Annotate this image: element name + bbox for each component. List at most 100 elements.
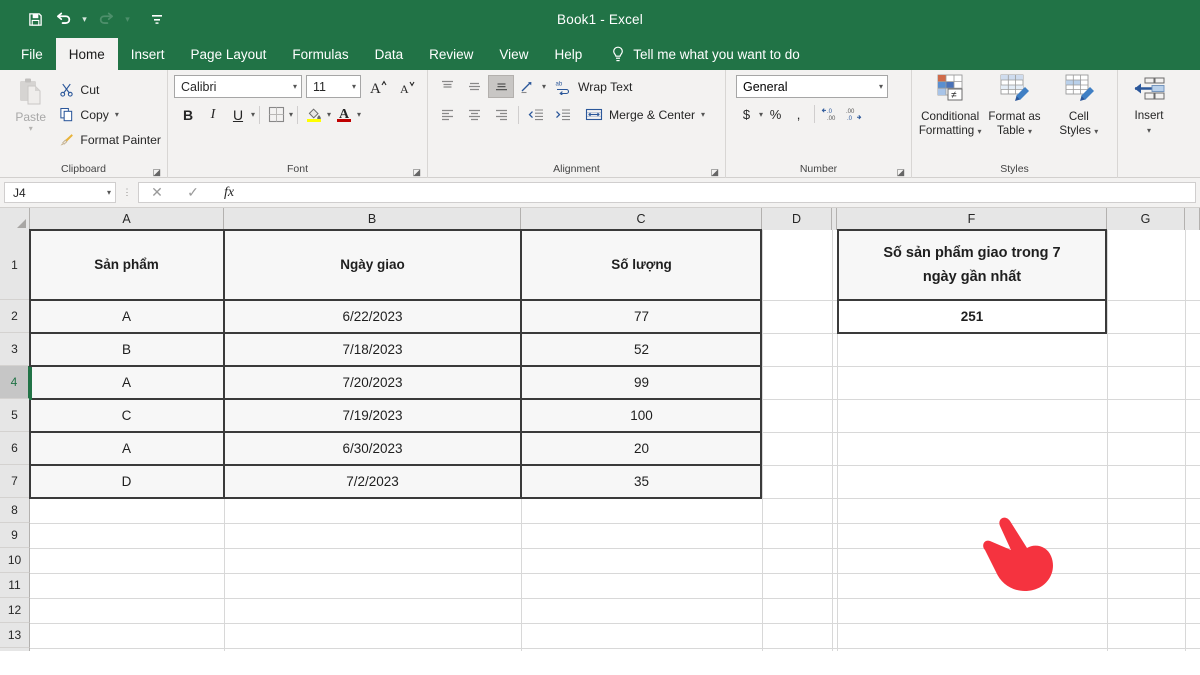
underline-button[interactable]: U	[226, 103, 250, 126]
row-header-10[interactable]: 10	[0, 548, 30, 573]
paste-dropdown-icon[interactable]: ▾	[29, 124, 33, 133]
name-box[interactable]: J4 ▾	[4, 182, 116, 203]
align-middle-button[interactable]	[461, 75, 487, 98]
cell-A7[interactable]: D	[30, 466, 223, 497]
row-header-1[interactable]: 1	[0, 230, 30, 300]
format-as-table-dropdown-icon[interactable]: ▾	[1028, 127, 1032, 136]
orientation-button[interactable]	[515, 75, 541, 98]
cell-A4[interactable]: A	[30, 367, 223, 398]
cell-B7[interactable]: 7/2/2023	[225, 466, 520, 497]
cell-A6[interactable]: A	[30, 433, 223, 464]
font-size-input[interactable]: 11 ▾	[306, 75, 361, 98]
row-header-6[interactable]: 6	[0, 432, 30, 465]
row-header-13[interactable]: 13	[0, 623, 30, 648]
clipboard-dialog-launcher-icon[interactable]: ◪	[152, 168, 161, 177]
cell-B5[interactable]: 7/19/2023	[225, 400, 520, 431]
column-header-A[interactable]: A	[30, 208, 224, 230]
row-header-7[interactable]: 7	[0, 465, 30, 498]
column-header-G[interactable]: G	[1107, 208, 1185, 230]
cell-C6[interactable]: 20	[522, 433, 761, 464]
column-header-B[interactable]: B	[224, 208, 521, 230]
cell-C2[interactable]: 77	[522, 301, 761, 332]
cell-B1[interactable]: Ngày giao	[225, 230, 520, 299]
currency-dropdown-icon[interactable]: ▾	[759, 110, 763, 119]
conditional-formatting-button[interactable]: ≠ Conditional Formatting ▾	[918, 73, 982, 138]
cell-B6[interactable]: 6/30/2023	[225, 433, 520, 464]
cell-C1[interactable]: Số lượng	[522, 230, 761, 299]
cell-F1[interactable]: Số sản phẩm giao trong 7 ngày gần nhất	[838, 230, 1106, 299]
align-right-button[interactable]	[488, 103, 514, 126]
number-format-select[interactable]: General ▾	[736, 75, 888, 98]
merge-center-button[interactable]: Merge & Center ▾	[577, 103, 705, 126]
select-all-corner[interactable]	[0, 208, 30, 230]
cell-B2[interactable]: 6/22/2023	[225, 301, 520, 332]
percent-button[interactable]: %	[765, 103, 786, 125]
cell-C4[interactable]: 99	[522, 367, 761, 398]
font-name-dropdown-icon[interactable]: ▾	[293, 82, 297, 91]
orientation-dropdown-icon[interactable]: ▾	[542, 82, 546, 91]
insert-cells-button[interactable]: Insert ▾	[1124, 75, 1174, 137]
cell-B3[interactable]: 7/18/2023	[225, 334, 520, 365]
align-top-button[interactable]	[434, 75, 460, 98]
decrease-indent-button[interactable]	[523, 103, 549, 126]
tab-insert[interactable]: Insert	[118, 38, 178, 70]
paste-button[interactable]: Paste ▾	[6, 75, 55, 133]
font-name-input[interactable]: Calibri ▾	[174, 75, 302, 98]
increase-decimal-button[interactable]: .0.00	[820, 103, 841, 125]
cell-styles-button[interactable]: Cell Styles ▾	[1047, 73, 1111, 138]
column-header-C[interactable]: C	[521, 208, 762, 230]
align-bottom-button[interactable]	[488, 75, 514, 98]
cell-A5[interactable]: C	[30, 400, 223, 431]
row-header-12[interactable]: 12	[0, 598, 30, 623]
tab-page-layout[interactable]: Page Layout	[178, 38, 280, 70]
currency-button[interactable]: $	[736, 103, 757, 125]
copy-dropdown-icon[interactable]: ▾	[115, 110, 119, 119]
underline-dropdown-icon[interactable]: ▾	[251, 110, 255, 119]
tab-home[interactable]: Home	[56, 38, 118, 70]
cancel-formula-icon[interactable]: ✕	[139, 182, 175, 203]
tab-help[interactable]: Help	[541, 38, 595, 70]
cell-A2[interactable]: A	[30, 301, 223, 332]
formula-bar-grip[interactable]: ⋮	[116, 187, 138, 198]
borders-dropdown-icon[interactable]: ▾	[289, 110, 293, 119]
fill-color-dropdown-icon[interactable]: ▾	[327, 110, 331, 119]
row-header-3[interactable]: 3	[0, 333, 30, 366]
row-header-8[interactable]: 8	[0, 498, 30, 523]
font-size-dropdown-icon[interactable]: ▾	[352, 82, 356, 91]
bold-button[interactable]: B	[176, 103, 200, 126]
column-header-D[interactable]: D	[762, 208, 832, 230]
copy-button[interactable]: Copy ▾	[59, 104, 161, 125]
enter-formula-icon[interactable]: ✓	[175, 182, 211, 203]
borders-button[interactable]	[264, 103, 288, 126]
tab-file[interactable]: File	[8, 38, 56, 70]
row-header-2[interactable]: 2	[0, 300, 30, 333]
align-left-button[interactable]	[434, 103, 460, 126]
row-header-4[interactable]: 4	[0, 366, 30, 399]
number-dialog-launcher-icon[interactable]: ◪	[896, 168, 905, 177]
name-box-dropdown-icon[interactable]: ▾	[107, 188, 111, 197]
tab-data[interactable]: Data	[362, 38, 417, 70]
cell-B4[interactable]: 7/20/2023	[225, 367, 520, 398]
cell-C7[interactable]: 35	[522, 466, 761, 497]
tell-me-search[interactable]: Tell me what you want to do	[611, 38, 800, 70]
formula-input[interactable]	[247, 182, 1196, 203]
increase-font-size-button[interactable]: A	[365, 75, 390, 98]
format-painter-button[interactable]: Format Painter	[59, 129, 161, 150]
conditional-formatting-dropdown-icon[interactable]: ▾	[977, 127, 981, 136]
cell-styles-dropdown-icon[interactable]: ▾	[1094, 127, 1098, 136]
format-as-table-button[interactable]: Format as Table ▾	[982, 73, 1046, 138]
merge-center-dropdown-icon[interactable]: ▾	[701, 110, 705, 119]
row-header-5[interactable]: 5	[0, 399, 30, 432]
cell-C3[interactable]: 52	[522, 334, 761, 365]
insert-function-icon[interactable]: fx	[211, 182, 247, 203]
row-header-9[interactable]: 9	[0, 523, 30, 548]
decrease-decimal-button[interactable]: .00.0	[843, 103, 864, 125]
cell-C5[interactable]: 100	[522, 400, 761, 431]
insert-cells-dropdown-icon[interactable]: ▾	[1147, 126, 1151, 135]
row-header-11[interactable]: 11	[0, 573, 30, 598]
fill-color-button[interactable]	[302, 103, 326, 126]
alignment-dialog-launcher-icon[interactable]: ◪	[710, 168, 719, 177]
column-header-F[interactable]: F	[837, 208, 1107, 230]
tab-formulas[interactable]: Formulas	[279, 38, 361, 70]
cut-button[interactable]: Cut	[59, 79, 161, 100]
